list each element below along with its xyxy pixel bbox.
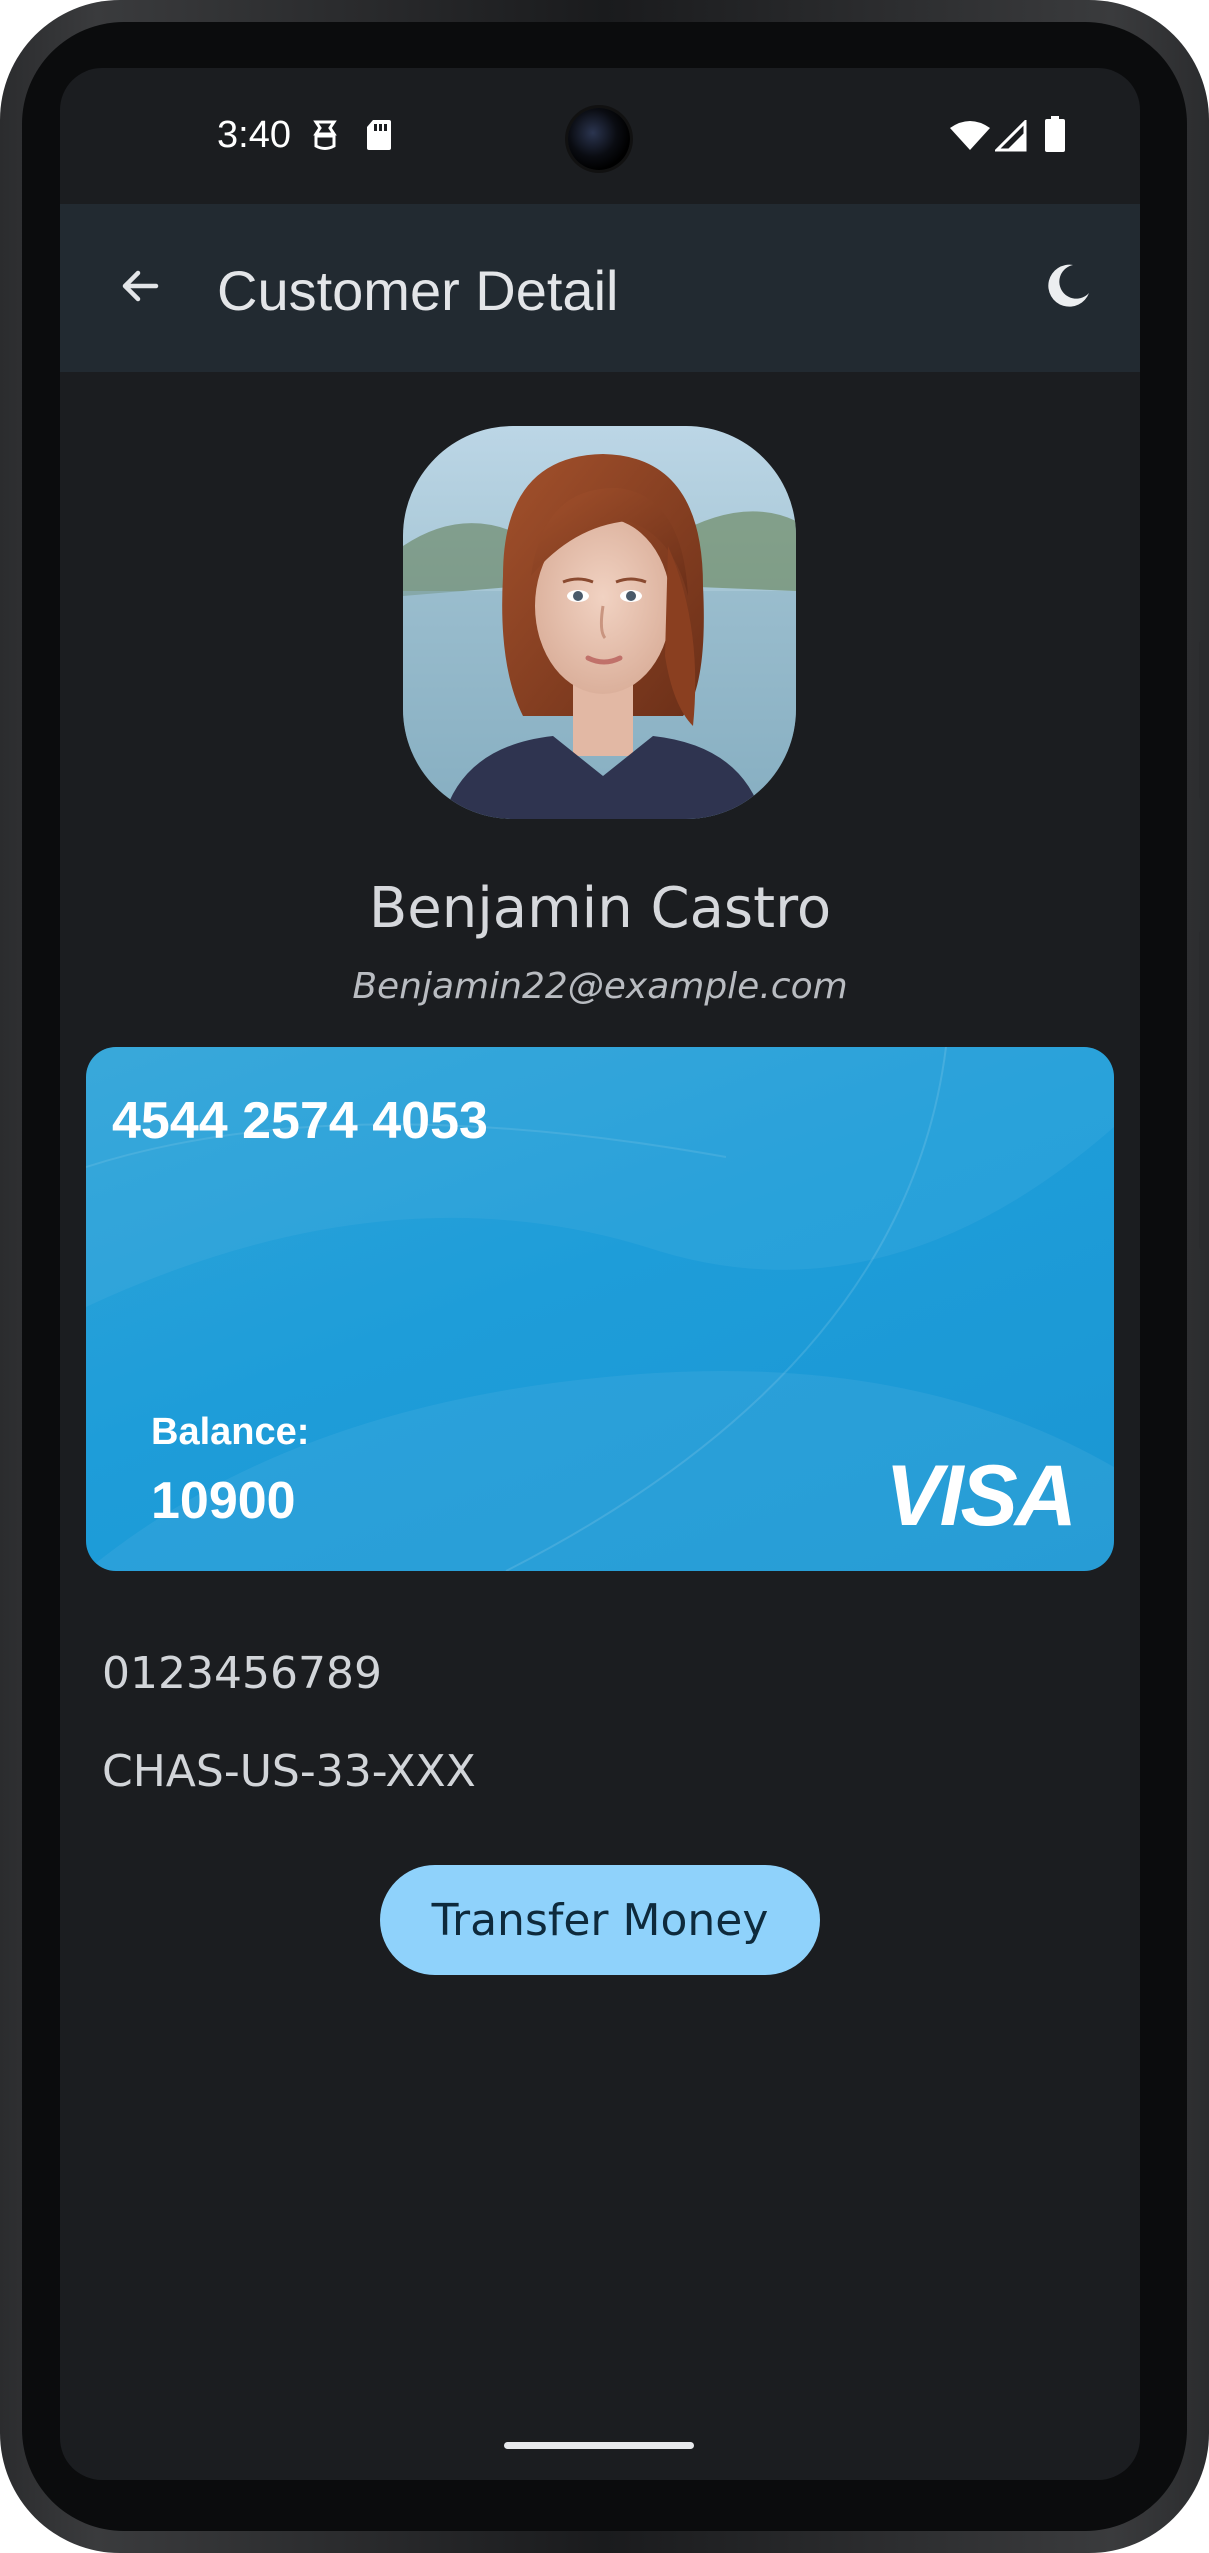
status-time: 3:40 [217, 114, 291, 156]
back-button[interactable] [100, 248, 180, 328]
customer-email: Benjamin22@example.com [352, 966, 848, 1007]
home-indicator[interactable] [504, 2442, 694, 2449]
avatar [403, 426, 796, 819]
bank-code: CHAS-US-33-XXX [102, 1746, 476, 1797]
balance-label: Balance: [151, 1411, 310, 1453]
credit-card[interactable]: 4544 2574 4053 Balance: 10900 VISA [86, 1047, 1114, 1571]
volume-button [1199, 640, 1209, 800]
app-bar: Customer Detail [60, 204, 1140, 372]
customer-name: Benjamin Castro [368, 876, 832, 941]
arrow-back-icon [116, 262, 164, 315]
account-number: 0123456789 [102, 1648, 382, 1699]
balance-value: 10900 [151, 1472, 296, 1530]
card-number: 4544 2574 4053 [112, 1092, 488, 1150]
transfer-money-button[interactable]: Transfer Money [380, 1865, 820, 1975]
moon-icon [1043, 261, 1093, 316]
page-title: Customer Detail [217, 259, 619, 322]
power-button [1199, 930, 1209, 1250]
theme-toggle-button[interactable] [1028, 248, 1108, 328]
screen: 3:40 Customer Detail Benjamin Castro Ben… [60, 68, 1140, 2480]
phone-frame: 3:40 Customer Detail Benjamin Castro Ben… [0, 0, 1209, 2553]
front-camera [568, 108, 630, 170]
wifi-icon [950, 120, 990, 157]
notification-icon [310, 118, 340, 157]
signal-icon [993, 118, 1027, 157]
battery-icon [1045, 116, 1065, 157]
visa-logo: VISA [885, 1448, 1077, 1544]
sd-card-icon [365, 118, 393, 157]
